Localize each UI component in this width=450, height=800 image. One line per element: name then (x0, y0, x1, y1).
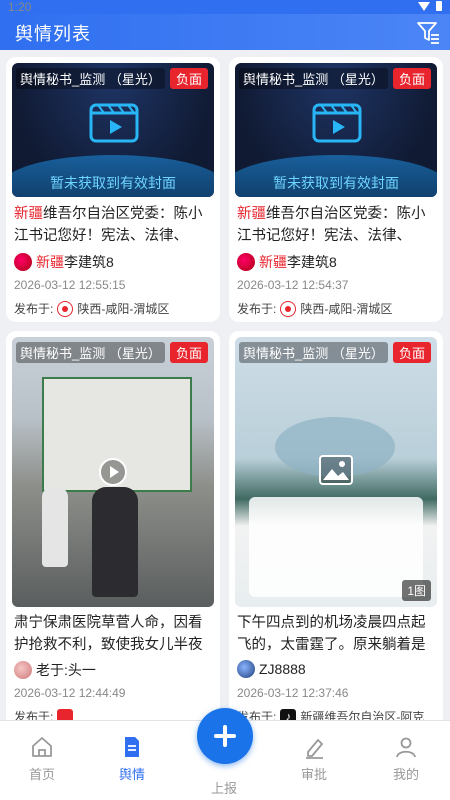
nav-label-me: 我的 (392, 767, 419, 782)
publish-location: 发布于: 陕西-咸阳-渭城区 (14, 300, 169, 317)
battery-icon (436, 1, 442, 11)
nav-label-yuqing: 舆情 (118, 767, 145, 782)
monitor-tag: 舆情秘书_监测 （星光） (16, 68, 165, 89)
publish-location: 发布于: ♪ 新疆维吾尔自治区-阿克 (237, 708, 424, 720)
sentiment-card[interactable]: 舆情秘书_监测 （星光） 负面 暂未获取到有效封面 新疆维吾尔自治区党委：陈小江… (229, 57, 443, 322)
app-icon (57, 708, 74, 720)
filter-icon (417, 22, 439, 44)
status-time: 1:20 (8, 0, 32, 14)
image-count-badge: 1图 (402, 580, 431, 601)
weibo-icon (57, 300, 74, 317)
person-silhouette (92, 487, 138, 597)
negative-badge: 负面 (169, 68, 208, 89)
card-cover[interactable]: 舆情秘书_监测 （星光） 负面 暂未获取到有效封面 (12, 63, 214, 197)
nav-label-report: 上报 (210, 781, 237, 796)
author: 新疆李建筑8 (237, 252, 337, 272)
flight-card (249, 497, 423, 597)
monitor-tag: 舆情秘书_监测 （星光） (239, 342, 388, 363)
negative-badge: 负面 (392, 342, 431, 363)
nav-item-report[interactable]: 上报 (194, 773, 254, 797)
play-icon[interactable] (98, 457, 128, 487)
no-cover-text: 暂未获取到有效封面 (50, 175, 176, 191)
publish-place: 新疆维吾尔自治区-阿克 (300, 710, 425, 720)
avatar (237, 253, 255, 271)
document-icon (125, 737, 139, 757)
avatar (14, 661, 32, 679)
publish-location: 发布于: (14, 708, 74, 720)
author: ZJ8888 (237, 660, 306, 678)
card-content: 新疆维吾尔自治区党委：陈小江书记您好！宪法、法律、法... (237, 203, 437, 247)
keyword-highlight: 新疆 (14, 206, 43, 222)
system-icons (418, 1, 442, 11)
card-cover[interactable]: 舆情秘书_监测 （星光） 负面 1图 (235, 337, 437, 607)
author-name: 新疆李建筑8 (36, 254, 114, 270)
edit-icon (306, 739, 323, 759)
publish-time: 2026-03-12 12:54:37 (237, 278, 349, 292)
sentiment-card-grid[interactable]: 舆情秘书_监测 （星光） 负面 暂未获取到有效封面 新疆维吾尔自治区党委：陈小江… (0, 50, 450, 720)
monitor-tag: 舆情秘书_监测 （星光） (239, 68, 388, 89)
content-text: 维吾尔自治区党委：陈小江书记您好！宪法、法律、法... (14, 206, 203, 244)
author-name: 新疆李建筑8 (259, 254, 337, 270)
monitor-tag: 舆情秘书_监测 （星光） (16, 342, 165, 363)
nav-item-home[interactable]: 首页 (12, 735, 72, 783)
filter-button[interactable] (414, 18, 442, 46)
keyword-highlight: 新疆 (237, 206, 266, 222)
publish-place: 陕西-咸阳-渭城区 (77, 302, 170, 316)
wifi-icon (418, 1, 430, 11)
publish-time: 2026-03-12 12:37:46 (237, 686, 349, 700)
sentiment-card[interactable]: 舆情秘书_监测 （星光） 负面 肃宁保肃医院草菅人命，因看护抢救不利，致使我女儿… (6, 331, 220, 720)
app-bar: 舆情列表 (0, 14, 450, 50)
content-text: 维吾尔自治区党委：陈小江书记您好！宪法、法律、法... (237, 206, 426, 244)
avatar (14, 253, 32, 271)
nav-label-home: 首页 (28, 767, 55, 782)
card-content: 肃宁保肃医院草菅人命，因看护抢救不利，致使我女儿半夜被... (14, 615, 203, 653)
publish-prefix: 发布于: (14, 302, 54, 316)
no-cover-text: 暂未获取到有效封面 (273, 175, 399, 191)
nav-item-yuqing[interactable]: 舆情 (102, 735, 162, 783)
image-icon[interactable] (319, 455, 353, 485)
douyin-icon: ♪ (280, 708, 297, 720)
author: 新疆李建筑8 (14, 252, 114, 272)
publish-time: 2026-03-12 12:44:49 (14, 686, 126, 700)
nav-item-me[interactable]: 我的 (376, 735, 436, 783)
nav-item-approve[interactable]: 审批 (284, 735, 344, 783)
publish-prefix: 发布于: (237, 302, 277, 316)
author-name: 老于:头一 (36, 662, 96, 678)
publish-time: 2026-03-12 12:55:15 (14, 278, 126, 292)
nav-label-approve: 审批 (300, 767, 327, 782)
page-title: 舆情列表 (15, 24, 91, 44)
author-name: ZJ8888 (259, 661, 306, 677)
person-silhouette (42, 487, 68, 567)
publish-location: 发布于: 陕西-咸阳-渭城区 (237, 300, 392, 317)
publish-place: 陕西-咸阳-渭城区 (300, 302, 393, 316)
status-bar: 1:20 (0, 0, 450, 14)
add-report-button[interactable] (197, 708, 253, 764)
avatar (237, 660, 255, 678)
home-icon (32, 737, 52, 757)
user-icon (396, 737, 416, 758)
publish-prefix: 发布于: (14, 710, 54, 720)
negative-badge: 负面 (169, 342, 208, 363)
video-cover-icon (312, 103, 362, 143)
card-content: 下午四点到的机场凌晨四点起飞的，太雷霆了。原来躺着是这... (237, 615, 426, 653)
card-content: 新疆维吾尔自治区党委：陈小江书记您好！宪法、法律、法... (14, 203, 214, 247)
sentiment-card[interactable]: 舆情秘书_监测 （星光） 负面 暂未获取到有效封面 新疆维吾尔自治区党委：陈小江… (6, 57, 220, 322)
card-cover[interactable]: 舆情秘书_监测 （星光） 负面 (12, 337, 214, 607)
sentiment-card[interactable]: 舆情秘书_监测 （星光） 负面 1图 下午四点到的机场凌晨四点起飞的，太雷霆了。… (229, 331, 443, 720)
card-cover[interactable]: 舆情秘书_监测 （星光） 负面 暂未获取到有效封面 (235, 63, 437, 197)
video-cover-icon (89, 103, 139, 143)
author: 老于:头一 (14, 660, 96, 680)
weibo-icon (280, 300, 297, 317)
negative-badge: 负面 (392, 68, 431, 89)
